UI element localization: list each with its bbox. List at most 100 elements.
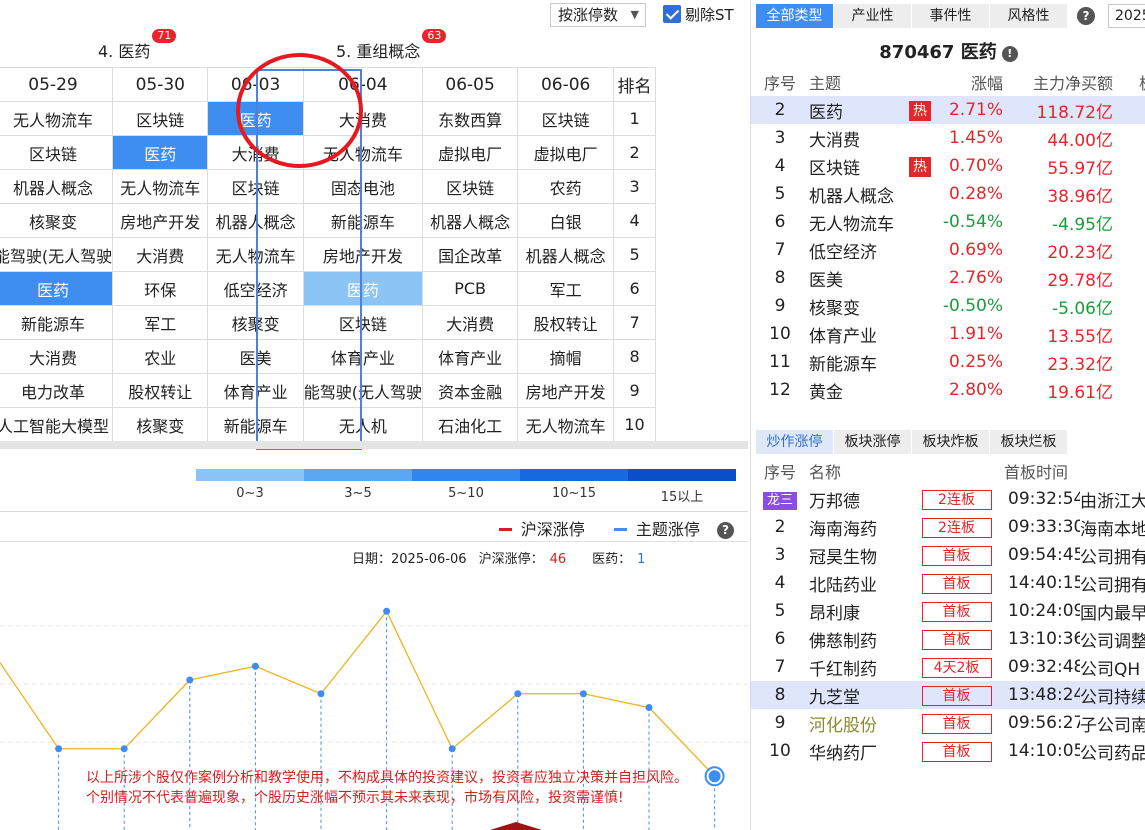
theme-cell[interactable]: 机器人概念 [421,203,519,238]
stock-name[interactable]: 北陆药业 [809,569,909,597]
stock-row[interactable]: 6 佛慈制药 首板 13:10:36 公司调整 [751,625,1145,653]
theme-row[interactable]: 12 黄金 2.80% 19.61亿 [751,376,1145,404]
theme-cell[interactable]: 区块链 [302,305,423,340]
data-point[interactable] [645,704,653,711]
theme-cell[interactable]: 区块链 [207,169,304,204]
theme-label-5[interactable]: 5. 重组概念 63 [336,29,447,62]
theme-cell[interactable]: 无人物流车 [112,169,209,204]
tab-style[interactable]: 风格性 [990,4,1068,28]
theme-cell[interactable]: 大消费 [112,237,209,272]
theme-cell[interactable]: 大消费 [421,305,519,340]
theme-cell[interactable]: 体育产业 [421,339,519,374]
theme-cell[interactable]: 机器人概念 [0,169,114,204]
theme-cell[interactable]: 低空经济 [207,271,304,306]
tab-sector-limit-up[interactable]: 板块涨停 [834,430,912,454]
stock-row[interactable]: 10 华纳药厂 首板 14:10:05 公司药品 [751,737,1145,765]
stock-row[interactable]: 3 冠昊生物 首板 09:54:45 公司拥有 [751,541,1145,569]
theme-cell[interactable]: 石油化工 [421,407,519,442]
tab-hype-limit-up[interactable]: 炒作涨停 [756,430,834,454]
theme-cell[interactable]: 房地产开发 [302,237,423,272]
theme-cell[interactable]: 虚拟电厂 [517,135,615,170]
stock-row[interactable]: 龙三 万邦德 2连板 09:32:54 由浙江大 [751,485,1145,513]
stock-row[interactable]: 7 千红制药 4天2板 09:32:48 公司QH [751,653,1145,681]
theme-cell[interactable]: 摘帽 [517,339,615,374]
stock-name[interactable]: 九芝堂 [809,681,909,709]
data-point[interactable] [383,607,391,615]
date-header[interactable]: 06-03 [207,67,304,102]
theme-cell[interactable]: 无人物流车 [302,135,423,170]
tab-all-types[interactable]: 全部类型 [756,4,834,28]
data-point[interactable] [317,690,325,698]
theme-row[interactable]: 3 大消费 1.45% 44.00亿 [751,124,1145,152]
stock-name[interactable]: 千红制药 [809,653,909,681]
theme-cell[interactable]: 虚拟电厂 [421,135,519,170]
tab-sector-weak[interactable]: 板块烂板 [990,430,1068,454]
theme-cell[interactable]: 东数西算 [421,101,519,136]
theme-cell[interactable]: 机器人概念 [517,237,615,272]
theme-cell[interactable]: 房地产开发 [112,203,209,238]
data-point[interactable] [120,745,128,753]
date-picker[interactable]: 2025 [1108,4,1145,28]
theme-cell[interactable]: 白银 [517,203,615,238]
theme-cell[interactable]: 医药 [302,271,423,306]
stock-row[interactable]: 8 九芝堂 首板 13:48:24 公司持续 [751,681,1145,709]
theme-cell[interactable]: 人工智能大模型 [0,407,114,442]
theme-cell[interactable]: 大消费 [0,339,114,374]
theme-row[interactable]: 4 区块链 热 0.70% 55.97亿 [751,152,1145,180]
stock-row[interactable]: 9 河化股份 首板 09:56:27 子公司南 [751,709,1145,737]
theme-cell[interactable]: 新能源车 [0,305,114,340]
data-point[interactable] [448,745,456,753]
theme-row[interactable]: 9 核聚变 -0.50% -5.06亿 [751,292,1145,320]
help-icon[interactable]: ? [717,522,734,539]
theme-cell[interactable]: 国企改革 [421,237,519,272]
stock-name[interactable]: 河化股份 [809,709,909,737]
theme-cell[interactable]: 区块链 [421,169,519,204]
tab-industry[interactable]: 产业性 [834,4,912,28]
theme-cell[interactable]: 资本金融 [421,373,519,408]
theme-cell[interactable]: 能驾驶(无人驾驶 [302,373,423,408]
theme-row[interactable]: 8 医美 2.76% 29.78亿 [751,264,1145,292]
data-point[interactable] [55,745,63,753]
theme-cell[interactable]: 能驾驶(无人驾驶 [0,237,114,272]
theme-cell[interactable]: 无人物流车 [207,237,304,272]
stock-name[interactable]: 华纳药厂 [809,737,909,765]
theme-cell[interactable]: 核聚变 [0,203,114,238]
col-net-buy[interactable]: 主力净买额 [1011,68,1121,96]
data-point[interactable] [514,690,522,698]
theme-cell[interactable]: 军工 [112,305,209,340]
stock-row[interactable]: 4 北陆药业 首板 14:40:15 公司拥有 [751,569,1145,597]
theme-cell[interactable]: 军工 [517,271,615,306]
tab-event[interactable]: 事件性 [912,4,990,28]
data-point[interactable] [251,662,259,670]
theme-cell[interactable]: 核聚变 [112,407,209,442]
stock-name[interactable]: 海南海药 [809,513,909,541]
theme-cell[interactable]: 无人物流车 [0,101,114,136]
theme-cell[interactable]: 无人机 [302,407,423,442]
stock-name[interactable]: 佛慈制药 [809,625,909,653]
theme-row[interactable]: 6 无人物流车 -0.54% -4.95亿 [751,208,1145,236]
date-header[interactable]: 05-29 [0,67,114,102]
tab-sector-broken[interactable]: 板块炸板 [912,430,990,454]
theme-cell[interactable]: 体育产业 [207,373,304,408]
theme-cell[interactable]: 医药 [0,271,114,306]
date-header[interactable]: 05-30 [112,67,209,102]
theme-cell[interactable]: 机器人概念 [207,203,304,238]
theme-cell[interactable]: 大消费 [207,135,304,170]
theme-row[interactable]: 7 低空经济 0.69% 20.23亿 [751,236,1145,264]
theme-cell[interactable]: PCB [421,271,519,306]
theme-cell[interactable]: 医药 [112,135,209,170]
theme-cell[interactable]: 新能源车 [207,407,304,442]
theme-row[interactable]: 5 机器人概念 0.28% 38.96亿 [751,180,1145,208]
theme-cell[interactable]: 农业 [112,339,209,374]
theme-cell[interactable]: 大消费 [302,101,423,136]
theme-row[interactable]: 10 体育产业 1.91% 13.55亿 [751,320,1145,348]
theme-cell[interactable]: 电力改革 [0,373,114,408]
data-point[interactable] [186,676,194,684]
theme-cell[interactable]: 环保 [112,271,209,306]
theme-row[interactable]: 2 医药热 2.71% 118.72亿 [751,96,1145,124]
theme-label-4[interactable]: 4. 医药 71 [98,29,177,62]
theme-cell[interactable]: 区块链 [0,135,114,170]
sort-select[interactable]: 按涨停数 ▼ [550,3,646,27]
theme-cell[interactable]: 股权转让 [517,305,615,340]
stock-name[interactable]: 冠昊生物 [809,541,909,569]
